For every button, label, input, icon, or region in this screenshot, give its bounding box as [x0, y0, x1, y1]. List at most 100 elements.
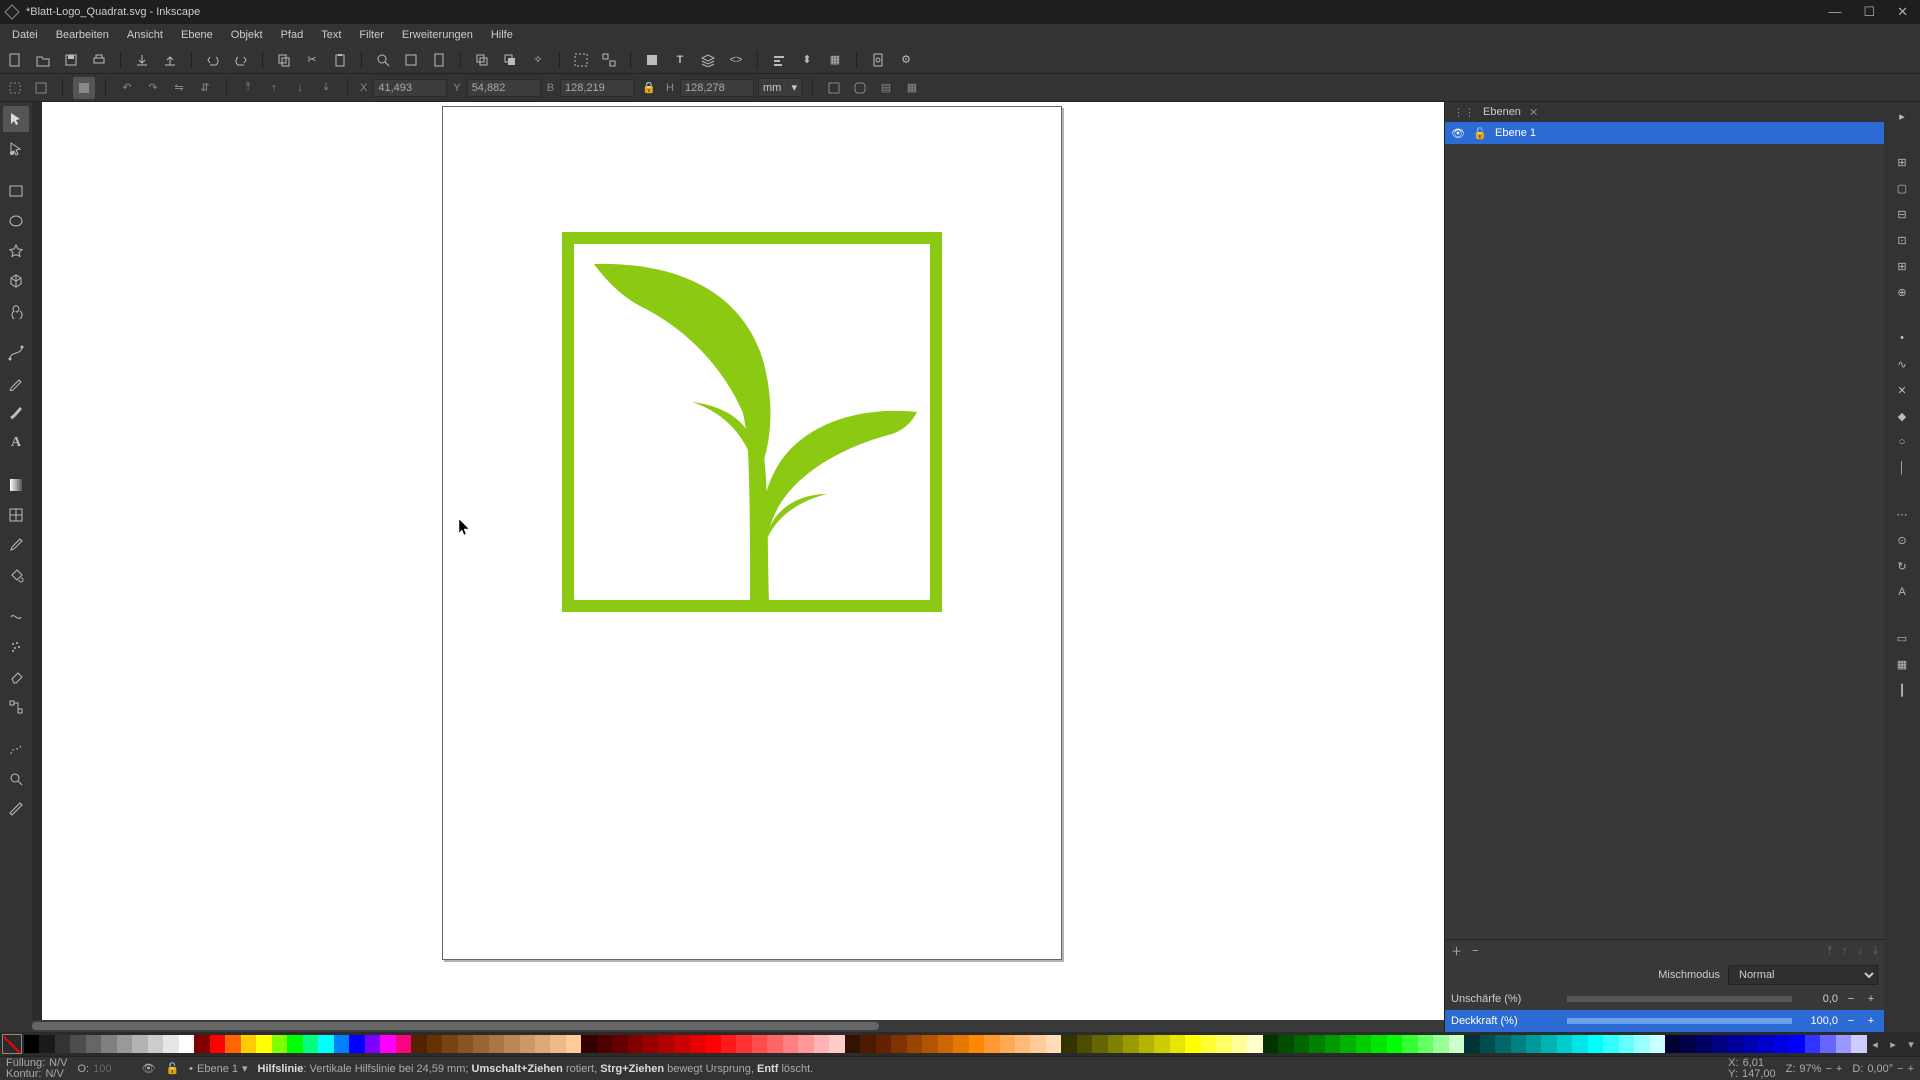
- color-swatch[interactable]: [1387, 1035, 1402, 1053]
- menu-hilfe[interactable]: Hilfe: [483, 27, 521, 43]
- tool-gradient[interactable]: [3, 472, 29, 498]
- ungroup-button[interactable]: [598, 49, 620, 71]
- minimize-button[interactable]: —: [1828, 4, 1841, 20]
- color-swatch[interactable]: [1789, 1035, 1804, 1053]
- color-swatch[interactable]: [1526, 1035, 1541, 1053]
- color-swatch[interactable]: [1650, 1035, 1665, 1053]
- blend-select[interactable]: Normal: [1728, 965, 1878, 985]
- color-swatch[interactable]: [256, 1035, 271, 1053]
- color-swatch[interactable]: [1000, 1035, 1015, 1053]
- duplicate-button[interactable]: [471, 49, 493, 71]
- canvas[interactable]: [42, 102, 1444, 1032]
- color-swatch[interactable]: [24, 1035, 39, 1053]
- dock-snap-text-icon[interactable]: A: [1889, 582, 1915, 602]
- tool-calligraphy[interactable]: [3, 400, 29, 426]
- transform-button[interactable]: ⬍: [796, 49, 818, 71]
- color-swatch[interactable]: [891, 1035, 906, 1053]
- color-swatch[interactable]: [1541, 1035, 1556, 1053]
- color-swatch[interactable]: [767, 1035, 782, 1053]
- rotate-cw-button[interactable]: ↷: [142, 77, 164, 99]
- palette-menu-button[interactable]: ▾: [1902, 1038, 1920, 1051]
- color-swatch[interactable]: [303, 1035, 318, 1053]
- color-swatch[interactable]: [535, 1035, 550, 1053]
- scrollbar-horizontal[interactable]: [32, 1020, 1444, 1032]
- color-swatch[interactable]: [132, 1035, 147, 1053]
- color-swatch[interactable]: [318, 1035, 333, 1053]
- color-swatch[interactable]: [690, 1035, 705, 1053]
- palette-right-button[interactable]: ▸: [1884, 1038, 1902, 1051]
- color-swatch[interactable]: [163, 1035, 178, 1053]
- color-swatch[interactable]: [489, 1035, 504, 1053]
- color-swatch[interactable]: [1634, 1035, 1649, 1053]
- color-swatch[interactable]: [1108, 1035, 1123, 1053]
- h-input[interactable]: 128,278: [680, 79, 754, 97]
- color-swatch[interactable]: [1588, 1035, 1603, 1053]
- color-swatch[interactable]: [1092, 1035, 1107, 1053]
- color-swatch[interactable]: [287, 1035, 302, 1053]
- menu-text[interactable]: Text: [313, 27, 349, 43]
- color-swatch[interactable]: [581, 1035, 596, 1053]
- color-swatch[interactable]: [1681, 1035, 1696, 1053]
- dock-snap-objcenter-icon[interactable]: ⊙: [1889, 530, 1915, 550]
- color-swatch[interactable]: [922, 1035, 937, 1053]
- close-button[interactable]: ✕: [1897, 4, 1908, 20]
- rot-minus-button[interactable]: −: [1897, 1063, 1903, 1075]
- palette-left-button[interactable]: ◂: [1866, 1038, 1884, 1051]
- docprops-button[interactable]: [867, 49, 889, 71]
- dock-snap-edge-icon[interactable]: ⊟: [1889, 204, 1915, 224]
- x-input[interactable]: 41,493: [373, 79, 447, 97]
- color-swatch[interactable]: [1154, 1035, 1169, 1053]
- tool-star[interactable]: [3, 238, 29, 264]
- opacity-slider[interactable]: [1567, 1018, 1792, 1024]
- color-swatch[interactable]: [380, 1035, 395, 1053]
- color-swatch[interactable]: [1046, 1035, 1061, 1053]
- xml-button[interactable]: <>: [725, 49, 747, 71]
- status-layer-indicator[interactable]: •Ebene 1▾: [189, 1062, 247, 1075]
- dock-snap-intersect-icon[interactable]: ✕: [1889, 380, 1915, 400]
- color-swatch[interactable]: [1696, 1035, 1711, 1053]
- color-swatch[interactable]: [969, 1035, 984, 1053]
- tool-spiral[interactable]: [3, 298, 29, 324]
- color-swatch[interactable]: [938, 1035, 953, 1053]
- tool-ellipse[interactable]: [3, 208, 29, 234]
- color-swatch[interactable]: [1836, 1035, 1851, 1053]
- text-dlg-button[interactable]: T: [669, 49, 691, 71]
- tool-connector[interactable]: [3, 694, 29, 720]
- new-doc-button[interactable]: [4, 49, 26, 71]
- tool-3dbox[interactable]: [3, 268, 29, 294]
- dock-snap-grid-icon[interactable]: ▦: [1889, 654, 1915, 674]
- color-swatch[interactable]: [736, 1035, 751, 1053]
- color-swatch[interactable]: [1712, 1035, 1727, 1053]
- zoom-page-button[interactable]: [428, 49, 450, 71]
- toggle-selection-button[interactable]: [73, 77, 95, 99]
- logo-frame[interactable]: [562, 232, 942, 612]
- blur-plus-button[interactable]: +: [1864, 993, 1878, 1005]
- color-swatch[interactable]: [550, 1035, 565, 1053]
- paste-button[interactable]: [329, 49, 351, 71]
- tool-pencil[interactable]: [3, 370, 29, 396]
- flip-v-button[interactable]: ⇵: [194, 77, 216, 99]
- dock-snap-rot-icon[interactable]: ↻: [1889, 556, 1915, 576]
- flip-h-button[interactable]: ⇋: [168, 77, 190, 99]
- zoom-plus-button[interactable]: +: [1836, 1063, 1842, 1075]
- color-swatch[interactable]: [705, 1035, 720, 1053]
- tool-spray[interactable]: [3, 634, 29, 660]
- move-gradients-button[interactable]: ▤: [875, 77, 897, 99]
- lower-layer-button[interactable]: ↓: [1858, 945, 1864, 957]
- tool-bucket[interactable]: [3, 562, 29, 588]
- dock-snap-node-icon[interactable]: •: [1889, 328, 1915, 348]
- scale-stroke-button[interactable]: [823, 77, 845, 99]
- fill-value[interactable]: N/V: [49, 1058, 67, 1069]
- add-layer-button[interactable]: ＋: [1451, 943, 1462, 959]
- dock-snap-corner-icon[interactable]: ⊡: [1889, 230, 1915, 250]
- unit-select[interactable]: mm▾: [758, 78, 802, 97]
- color-swatch[interactable]: [442, 1035, 457, 1053]
- color-swatch[interactable]: [1170, 1035, 1185, 1053]
- color-swatch[interactable]: [473, 1035, 488, 1053]
- canvas-area[interactable]: [32, 102, 1444, 1032]
- scale-corners-button[interactable]: [849, 77, 871, 99]
- layers-panel-tab[interactable]: ⋮⋮ Ebenen ✕: [1445, 102, 1884, 122]
- status-eye-icon[interactable]: 👁: [141, 1062, 155, 1075]
- dock-snap-cusp-icon[interactable]: ◆: [1889, 406, 1915, 426]
- opacity-plus-button[interactable]: +: [1864, 1015, 1878, 1027]
